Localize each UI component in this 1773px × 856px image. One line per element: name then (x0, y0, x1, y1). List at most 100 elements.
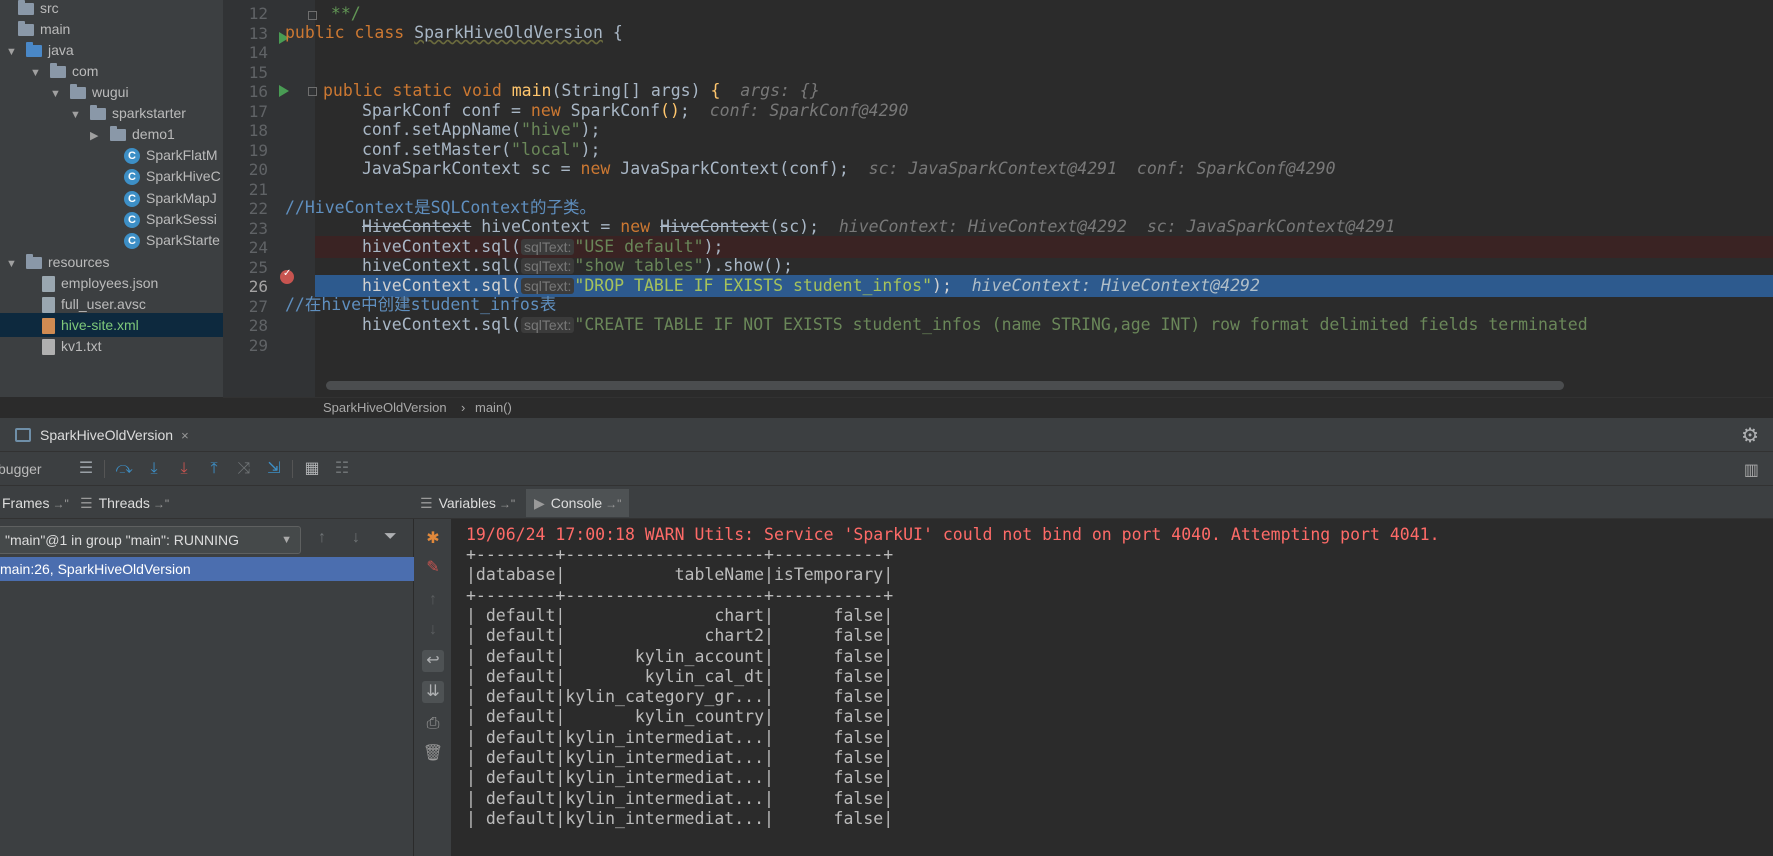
class-name: SparkHiveOldVersion (414, 23, 603, 42)
breadcrumb-separator: › (461, 400, 466, 415)
line-number: 29 (248, 335, 268, 355)
tree-item-label: SparkFlatM (146, 147, 218, 163)
frames-layout-icon[interactable]: ☰ (76, 459, 96, 479)
stack-frame-row[interactable]: main:26, SparkHiveOldVersion (0, 557, 414, 581)
tab-frames[interactable]: Frames →" (2, 489, 69, 517)
tree-item[interactable]: C SparkStarte (0, 228, 223, 252)
clear-marker-icon[interactable]: ✎ (422, 557, 444, 579)
drop-frame-icon[interactable]: ⤨ (234, 459, 254, 479)
breadcrumb: SparkHiveOldVersion › main() (223, 397, 1773, 417)
chevron-down-icon: ▼ (281, 534, 292, 546)
tree-item-label: main (40, 21, 71, 37)
fold-marker-icon[interactable] (308, 87, 317, 96)
print-icon[interactable]: ⎙ (422, 713, 444, 735)
package-icon (50, 63, 66, 79)
previous-frame-icon[interactable]: ↑ (318, 529, 326, 547)
package-icon (70, 84, 86, 100)
breadcrumb-class[interactable]: SparkHiveOldVersion (323, 398, 447, 418)
java-class-icon: C (124, 233, 140, 250)
tree-item-label: src (40, 0, 59, 16)
debugger-toolbar: bugger ☰ ⤼ ⤓ ⤓ ⤒ ⤨ ⇲ ▦ ☷ ▥ (0, 451, 1773, 485)
source-folder-icon (26, 42, 42, 58)
java-class-icon: C (124, 191, 140, 208)
console-output[interactable]: 19/06/24 17:00:18 WARN Utils: Service 'S… (451, 519, 1773, 856)
console-line: | default|kylin_intermediat...| false| (466, 808, 894, 828)
inline-debug-value: args: {} (740, 81, 820, 100)
console-toolbar: ✱ ✎ ↑ ↓ ↩ ⇊ ⎙ 🗑 (414, 519, 451, 856)
debug-session-label: SparkHiveOldVersion (40, 427, 174, 443)
tree-item-label: resources (48, 254, 110, 270)
tree-item[interactable]: kv1.txt (0, 334, 223, 358)
debug-session-icon (15, 428, 31, 442)
step-over-icon[interactable]: ⤼ (114, 459, 134, 479)
debug-session-tab[interactable]: SparkHiveOldVersion × (15, 422, 189, 448)
thread-select[interactable]: "main"@1 in group "main": RUNNING ▼ (0, 526, 301, 554)
step-out-icon[interactable]: ⤒ (204, 459, 224, 479)
trace-stream-icon[interactable]: ☷ (332, 459, 352, 479)
tree-item-label: java (48, 42, 74, 58)
java-class-icon: C (124, 212, 140, 229)
next-frame-icon[interactable]: ↓ (352, 529, 360, 547)
tab-console[interactable]: ▶ Console →" (526, 489, 630, 517)
tree-item-label: SparkSessi (146, 211, 217, 227)
scroll-to-end-icon[interactable]: ⇊ (422, 681, 444, 703)
filter-icon[interactable]: ⏷ (384, 528, 397, 546)
param-hint: sqlText: (520, 258, 575, 274)
folder-icon (18, 0, 34, 16)
horizontal-scrollbar[interactable] (326, 381, 1564, 390)
param-hint: sqlText: (520, 317, 575, 333)
tree-item-label: kv1.txt (61, 338, 102, 354)
tree-item-label: SparkMapJ (146, 190, 217, 206)
folder-icon (18, 21, 34, 37)
inline-debug-value: sc: JavaSparkContext@4291 conf: SparkCon… (868, 159, 1336, 178)
java-class-icon: C (124, 169, 140, 186)
tree-item-label: demo1 (132, 126, 175, 142)
code-line-18: conf.setAppName("hive"); (362, 120, 601, 139)
package-icon (90, 105, 106, 121)
trash-icon[interactable]: 🗑 (422, 743, 444, 765)
code-line-16: public static void main(String[] args) {… (323, 81, 820, 100)
layout-settings-icon[interactable]: ▥ (1744, 460, 1759, 480)
console-icon: ▶ (534, 495, 545, 511)
code-line-20: JavaSparkContext sc = new JavaSparkConte… (362, 159, 1336, 178)
up-arrow-icon[interactable]: ↑ (422, 589, 444, 611)
tree-item-label: com (72, 63, 99, 79)
tab-threads[interactable]: ☰ Threads →" (80, 489, 169, 517)
file-icon (42, 276, 55, 293)
project-tree: src main ▼ java ▼ com ▼ wugui ▼ sparkstarter ▶ demo… (0, 0, 223, 397)
down-arrow-icon[interactable]: ↓ (422, 619, 444, 641)
file-icon (42, 297, 55, 314)
fold-marker-icon[interactable] (308, 11, 317, 20)
soft-wrap-icon[interactable]: ↩ (422, 650, 444, 672)
code-line-25: hiveContext.sql(sqlText: "show tables").s… (362, 256, 793, 275)
text-file-icon (42, 339, 55, 356)
folder-icon (26, 254, 42, 270)
run-to-cursor-icon[interactable]: ⇲ (264, 459, 284, 479)
breakpoint-icon[interactable] (280, 268, 294, 284)
java-class-icon: C (124, 148, 140, 165)
restore-layout-icon[interactable]: ✱ (422, 528, 444, 550)
force-step-into-icon[interactable]: ⤓ (174, 459, 194, 479)
code-line-23: HiveContext hiveContext = new HiveContex… (362, 217, 1396, 236)
evaluate-expression-icon[interactable]: ▦ (302, 459, 322, 479)
tree-item-label: wugui (92, 84, 129, 100)
step-into-icon[interactable]: ⤓ (144, 459, 164, 479)
package-icon (110, 126, 126, 142)
frames-panel: "main"@1 in group "main": RUNNING ▼ ↑ ↓ … (0, 519, 414, 856)
debugger-tab-label[interactable]: bugger (0, 452, 42, 486)
tree-item-label: SparkHiveC (146, 168, 221, 184)
tree-item-label: sparkstarter (112, 105, 186, 121)
breadcrumb-method[interactable]: main() (475, 398, 512, 418)
inline-debug-value: hiveContext: HiveContext@4292 sc: JavaSp… (838, 217, 1396, 236)
xml-file-icon (42, 318, 55, 335)
tree-item-label: hive-site.xml (61, 317, 139, 333)
close-icon[interactable]: × (181, 428, 189, 443)
param-hint: sqlText: (520, 239, 575, 255)
run-main-icon[interactable] (279, 85, 289, 97)
threads-icon: ☰ (80, 495, 93, 511)
tree-item[interactable]: C SparkHiveC (0, 164, 223, 188)
tree-item-label: SparkStarte (146, 232, 220, 248)
tab-variables[interactable]: ☰ Variables →" (420, 489, 515, 517)
tree-item-label: full_user.avsc (61, 296, 146, 312)
gear-icon[interactable]: ⚙ (1741, 423, 1759, 448)
